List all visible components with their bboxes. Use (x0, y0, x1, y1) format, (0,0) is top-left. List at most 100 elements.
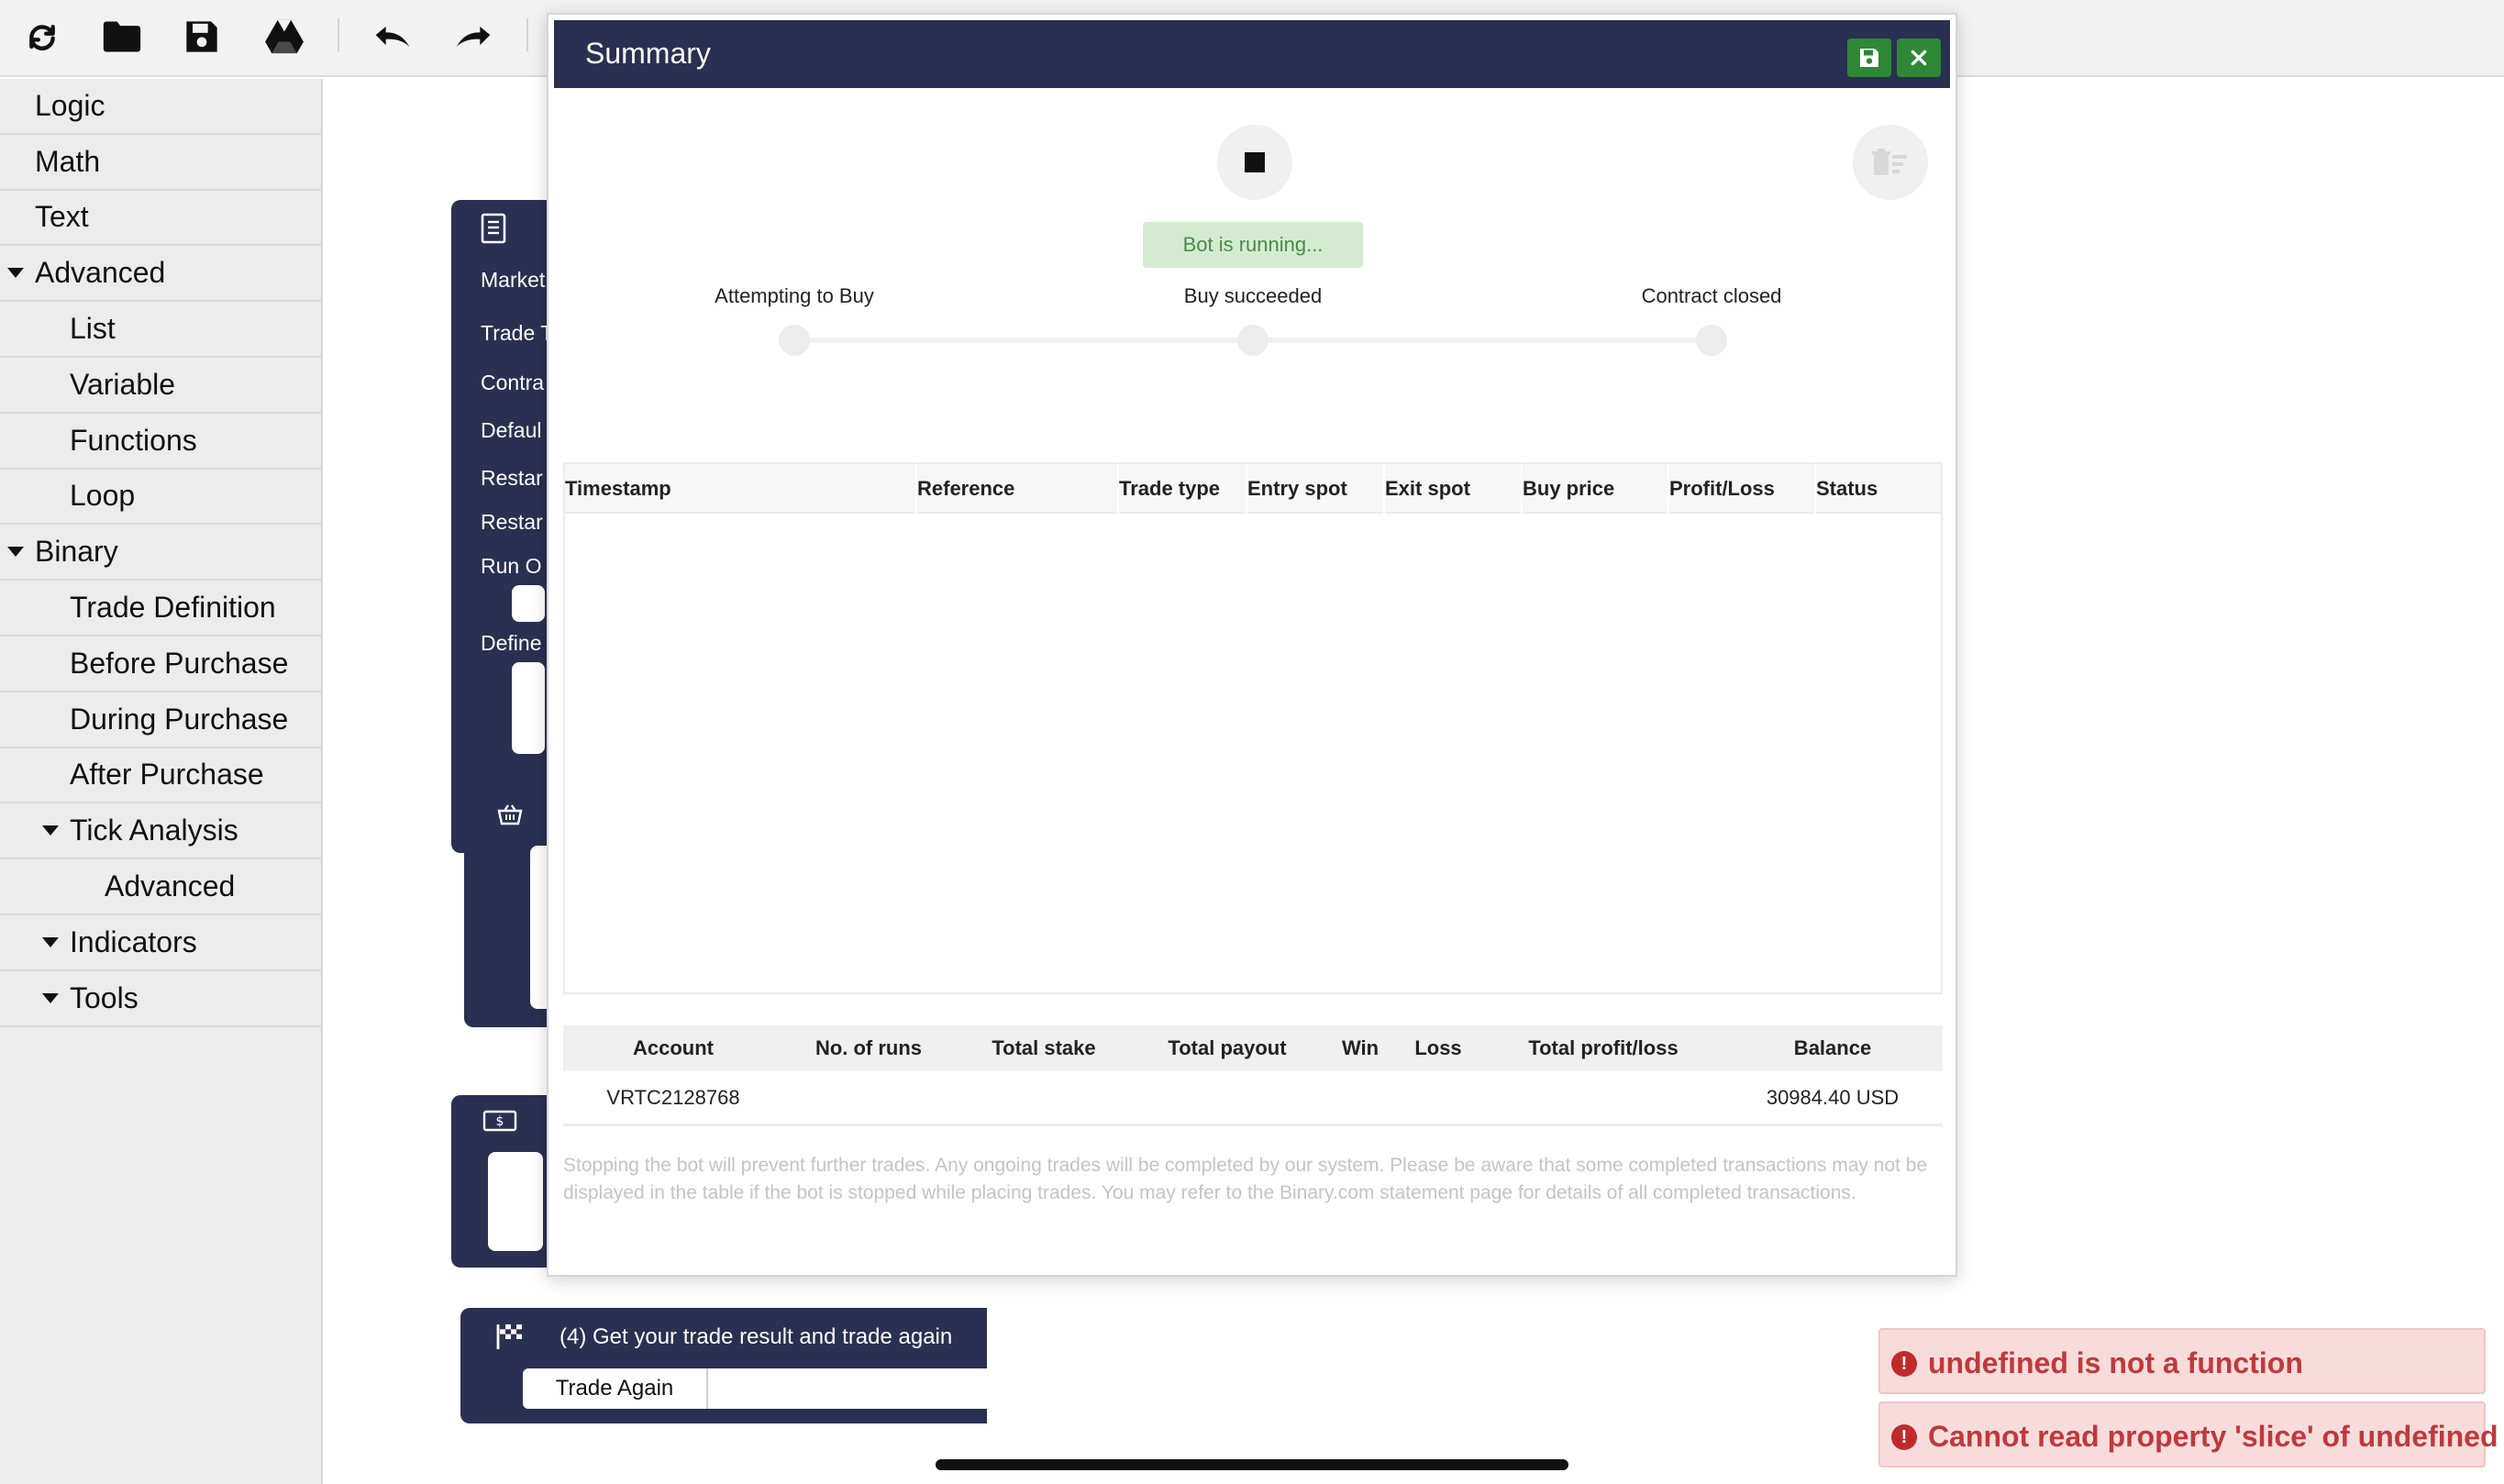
stat-col-total-stake: Total stake (992, 1036, 1096, 1059)
stop-disclaimer-text: Stopping the bot will prevent further tr… (563, 1155, 1928, 1203)
block-label-trade-type: Trade T (481, 321, 554, 345)
error-toast[interactable]: ! Cannot read property 'slice' of undefi… (1878, 1401, 2498, 1467)
sidebar-item-label: Binary (35, 535, 118, 569)
sidebar-item-functions[interactable]: Functions (0, 414, 321, 470)
block-label-run-once: Run O (481, 554, 542, 578)
sidebar-item-label: Tick Analysis (70, 814, 238, 847)
sidebar-item-list[interactable]: List (0, 302, 321, 358)
sidebar-item-label: After Purchase (70, 758, 264, 792)
checkered-flag-icon (495, 1323, 525, 1355)
caret-down-icon[interactable] (42, 825, 59, 836)
sidebar-item-variable[interactable]: Variable (0, 358, 321, 414)
define-input[interactable] (512, 662, 545, 754)
close-dialog-button[interactable] (1897, 39, 1941, 77)
run-once-input[interactable] (512, 585, 545, 622)
col-exit-spot[interactable]: Exit spot (1385, 477, 1470, 501)
sidebar-item-label: Tools (70, 980, 138, 1014)
sidebar-item-during-purchase[interactable]: During Purchase (0, 692, 321, 748)
sidebar-item-loop[interactable]: Loop (0, 470, 321, 526)
step-dot-closed (1696, 325, 1727, 356)
stats-table: Account No. of runs Total stake Total pa… (563, 1025, 1943, 1134)
sidebar-item-label: Before Purchase (70, 646, 289, 680)
google-drive-icon[interactable] (257, 13, 312, 61)
block-label-restart-1: Restar (481, 466, 543, 490)
col-reference[interactable]: Reference (917, 477, 1014, 501)
caret-down-icon[interactable] (42, 936, 59, 947)
sidebar-item-label: Variable (70, 367, 176, 401)
sell-input[interactable] (488, 1152, 543, 1251)
save-icon (1860, 49, 1878, 67)
basket-icon (497, 803, 523, 830)
dialog-title: Summary (585, 37, 711, 70)
block-label-define: Define (481, 631, 542, 655)
sidebar-item-label: During Purchase (70, 702, 289, 736)
redo-icon[interactable] (446, 13, 501, 61)
step-contract-closed: Contract closed (1641, 284, 1782, 307)
open-folder-icon[interactable] (94, 13, 150, 61)
sidebar-item-label: Math (35, 144, 101, 178)
trade-again-button[interactable]: Trade Again (523, 1368, 706, 1409)
trash-clear-icon (1872, 149, 1907, 175)
clear-stats-button[interactable] (1853, 125, 1928, 200)
col-status[interactable]: Status (1816, 477, 1878, 501)
error-message: undefined is not a function (1928, 1346, 2303, 1379)
trade-again-block[interactable]: (4) Get your trade result and trade agai… (460, 1308, 987, 1423)
block-label-default: Defaul (481, 418, 542, 442)
step-buy-succeeded: Buy succeeded (1183, 284, 1323, 307)
col-profit-loss[interactable]: Profit/Loss (1669, 477, 1775, 501)
col-buy-price[interactable]: Buy price (1523, 477, 1614, 501)
sidebar-item-label: Logic (35, 88, 105, 122)
error-icon: ! (1891, 1424, 1917, 1450)
trade-again-block-title: (4) Get your trade result and trade agai… (560, 1324, 953, 1349)
trades-table-header: Timestamp Reference Trade type Entry spo… (565, 464, 1941, 514)
cash-icon: $ (482, 1110, 517, 1136)
stat-col-runs: No. of runs (814, 1036, 923, 1059)
stat-balance: 30984.40 USD (1766, 1086, 1900, 1109)
sidebar-item-indicators[interactable]: Indicators (0, 915, 321, 971)
document-icon (481, 213, 506, 249)
sidebar-item-after-purchase[interactable]: After Purchase (0, 748, 321, 804)
sidebar-item-logic[interactable]: Logic (0, 79, 321, 135)
sidebar-item-tick-analysis[interactable]: Tick Analysis (0, 803, 321, 860)
home-indicator[interactable] (936, 1459, 1568, 1470)
caret-down-icon[interactable] (7, 547, 24, 558)
reload-icon[interactable] (15, 13, 70, 61)
sidebar-item-label: Advanced (35, 256, 166, 290)
save-summary-button[interactable] (1847, 39, 1891, 77)
sidebar-item-advanced[interactable]: Advanced (0, 859, 321, 915)
caret-down-icon[interactable] (7, 268, 24, 279)
caret-down-icon[interactable] (42, 992, 59, 1003)
col-entry-spot[interactable]: Entry spot (1247, 477, 1347, 501)
stat-col-loss: Loss (1414, 1036, 1462, 1059)
sidebar-item-text[interactable]: Text (0, 191, 321, 247)
stat-col-account: Account (633, 1036, 714, 1059)
stop-bot-button[interactable] (1217, 125, 1292, 200)
undo-icon[interactable] (365, 13, 420, 61)
sidebar-item-before-purchase[interactable]: Before Purchase (0, 637, 321, 692)
sidebar-item-label: Trade Definition (70, 591, 276, 625)
sidebar-item-label: Advanced (105, 869, 236, 903)
stat-col-total-profit-loss: Total profit/loss (1528, 1036, 1679, 1059)
stats-row: VRTC2128768 30984.40 USD (563, 1071, 1943, 1126)
block-label-restart-2: Restar (481, 510, 543, 534)
col-trade-type[interactable]: Trade type (1119, 477, 1220, 501)
sidebar-item-binary[interactable]: Binary (0, 525, 321, 581)
bot-status-badge: Bot is running... (1143, 222, 1363, 268)
trades-table-body[interactable] (565, 514, 1941, 992)
save-icon[interactable] (174, 13, 229, 61)
error-toast[interactable]: ! undefined is not a function (1878, 1328, 2486, 1394)
step-dot-attempting (779, 325, 810, 356)
error-icon: ! (1891, 1351, 1917, 1377)
block-label-market: Market (481, 268, 546, 292)
col-timestamp[interactable]: Timestamp (565, 477, 671, 501)
sidebar-item-tools[interactable]: Tools (0, 971, 321, 1027)
sidebar-item-math[interactable]: Math (0, 135, 321, 191)
step-dot-succeeded (1237, 325, 1269, 356)
error-message: Cannot read property 'slice' of undefine… (1928, 1420, 2498, 1453)
sidebar-item-advanced[interactable]: Advanced (0, 246, 321, 303)
sidebar-item-label: Functions (70, 423, 197, 457)
svg-text:$: $ (496, 1114, 504, 1129)
stat-col-total-payout: Total payout (1168, 1036, 1287, 1059)
summary-dialog: Summary Bot is running... Attempting to … (547, 13, 1957, 1277)
sidebar-item-trade-definition[interactable]: Trade Definition (0, 581, 321, 637)
